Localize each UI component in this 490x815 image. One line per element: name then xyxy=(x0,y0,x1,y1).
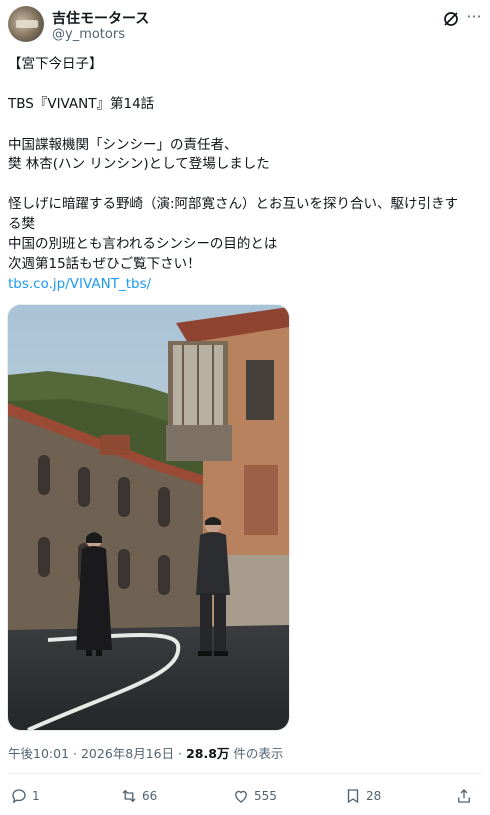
repost-count: 66 xyxy=(142,789,158,803)
repost-icon xyxy=(122,789,136,803)
tweet-photo[interactable] xyxy=(7,304,290,731)
action-bar: 1 66 555 28 xyxy=(0,784,490,808)
reply-icon xyxy=(12,789,26,804)
divider xyxy=(8,773,482,774)
tweet-meta: 午後10:01 · 2026年8月16日 · 28.8万 件の表示 xyxy=(8,746,284,761)
tweet-date[interactable]: 2026年8月16日 xyxy=(81,746,174,761)
tweet-line: 中国諜報機関「シンシー」の責任者、 xyxy=(8,137,238,153)
grok-icon[interactable] xyxy=(442,10,460,28)
tweet-line: 樊 林杏(ハン リンシン)として登場しました xyxy=(8,156,270,172)
bookmark-icon xyxy=(347,789,359,804)
photo-scene xyxy=(8,305,289,730)
view-count-label: 件の表示 xyxy=(233,746,284,761)
share-button[interactable] xyxy=(455,784,473,808)
like-count: 555 xyxy=(254,789,277,803)
tweet-line: 【宮下今日子】 xyxy=(8,56,103,72)
view-count: 28.8万 xyxy=(186,746,230,761)
tweet-line: 中国の別班とも言われるシンシーの目的とは xyxy=(8,236,278,252)
bookmark-count: 28 xyxy=(366,789,382,803)
author-display-name[interactable]: 吉住モータース xyxy=(52,8,149,28)
repost-button[interactable]: 66 xyxy=(120,784,157,808)
share-icon xyxy=(458,789,470,803)
tweet-line: 次週第15話もぜひご覧下さい！ xyxy=(8,256,201,272)
more-icon[interactable]: ··· xyxy=(464,8,484,28)
tweet-header: 吉住モータース @y_motors ··· xyxy=(8,6,482,46)
tweet-line: TBS『VIVANT』第14話 xyxy=(8,96,155,112)
reply-button[interactable]: 1 xyxy=(10,784,40,808)
tweet-link[interactable]: tbs.co.jp/VIVANT_tbs/ xyxy=(8,274,482,294)
bookmark-button[interactable]: 28 xyxy=(344,784,381,808)
tweet-line: る樊 xyxy=(8,216,35,232)
like-button[interactable]: 555 xyxy=(232,784,277,808)
tweet-time[interactable]: 午後10:01 xyxy=(8,746,69,761)
author-handle[interactable]: @y_motors xyxy=(52,27,125,42)
heart-icon xyxy=(235,790,247,803)
avatar[interactable] xyxy=(8,6,44,42)
tweet-line: 怪しげに暗躍する野崎（演:阿部寛さん）とお互いを探り合い、駆け引きす xyxy=(8,196,459,212)
reply-count: 1 xyxy=(32,789,40,803)
